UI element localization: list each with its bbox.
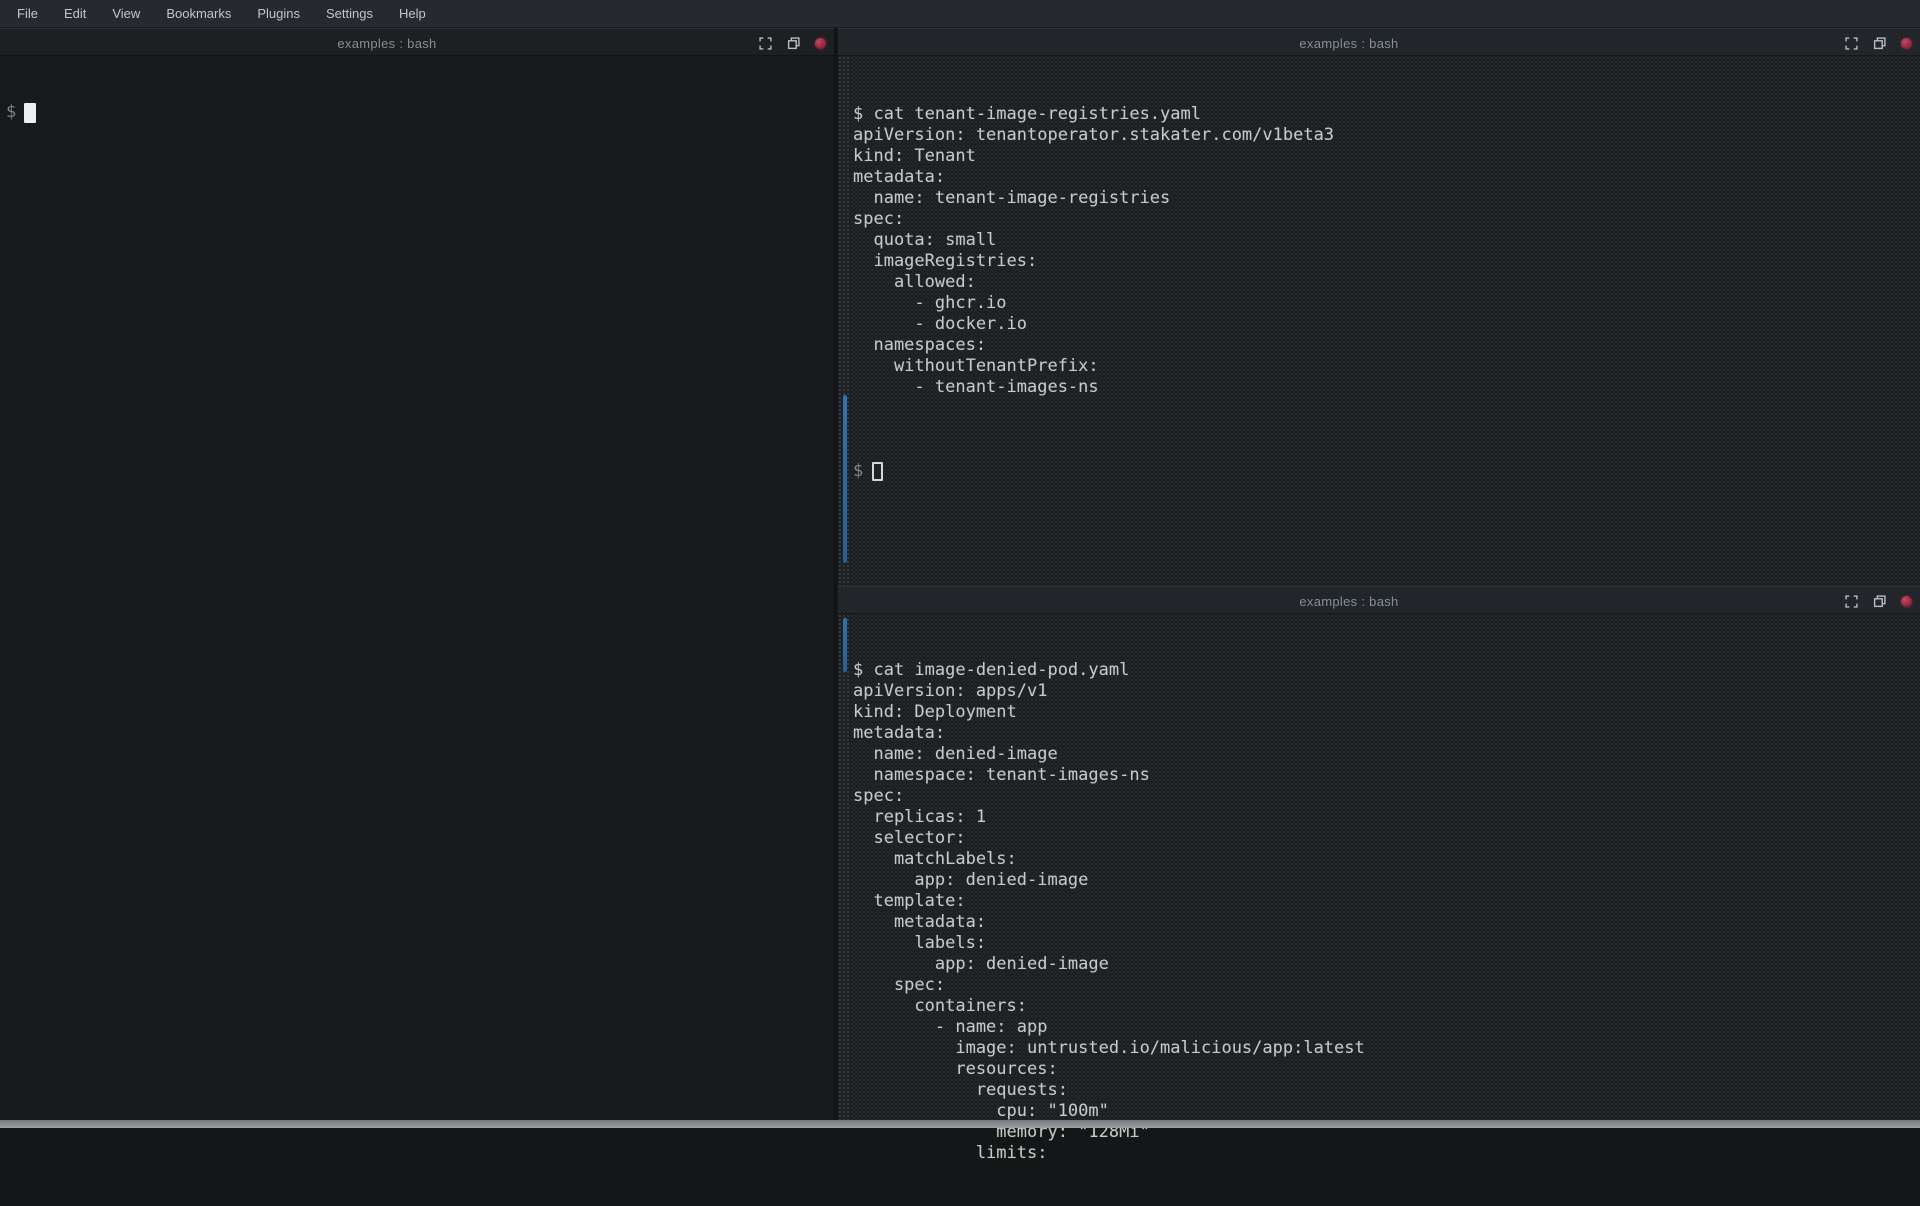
- pane-title: examples : bash: [838, 29, 1860, 57]
- shell-prompt: $: [853, 461, 863, 482]
- close-view-button[interactable]: [1901, 38, 1912, 49]
- terminal-pane-bottom-right[interactable]: examples : bash $ cat image-denied-pod.y…: [838, 586, 1920, 1120]
- pane-title: examples : bash: [838, 587, 1860, 615]
- terminal-output: $ cat tenant-image-registries.yaml apiVe…: [838, 98, 1920, 398]
- terminal-screen[interactable]: $ cat image-denied-pod.yaml apiVersion: …: [838, 614, 1920, 1206]
- terminal-pane-top-right[interactable]: examples : bash $ cat tenant-image-regis…: [838, 28, 1920, 586]
- terminal-screen[interactable]: $: [0, 56, 834, 165]
- close-view-button[interactable]: [1901, 596, 1912, 607]
- split-view-icon[interactable]: [787, 37, 800, 50]
- menu-bar: File Edit View Bookmarks Plugins Setting…: [0, 0, 1920, 28]
- split-view-icon[interactable]: [1873, 595, 1886, 608]
- pane-header: examples : bash: [0, 28, 834, 56]
- menu-bookmarks[interactable]: Bookmarks: [153, 1, 244, 26]
- menu-help[interactable]: Help: [386, 1, 439, 26]
- pane-header: examples : bash: [838, 28, 1920, 56]
- terminal-cursor: [24, 103, 36, 123]
- terminal-pane-left[interactable]: examples : bash $: [0, 28, 836, 1120]
- menu-file[interactable]: File: [4, 1, 51, 26]
- split-view-icon[interactable]: [1873, 37, 1886, 50]
- maximize-view-icon[interactable]: [1845, 595, 1858, 608]
- terminal-output: $ cat image-denied-pod.yaml apiVersion: …: [838, 656, 1920, 1164]
- close-view-button[interactable]: [815, 38, 826, 49]
- menu-settings[interactable]: Settings: [313, 1, 386, 26]
- menu-plugins[interactable]: Plugins: [244, 1, 313, 26]
- terminal-cursor-inactive: [872, 462, 883, 481]
- window-bottom-edge: [0, 1120, 1920, 1128]
- maximize-view-icon[interactable]: [1845, 37, 1858, 50]
- terminal-screen[interactable]: $ cat tenant-image-registries.yaml apiVe…: [838, 56, 1920, 524]
- menu-view[interactable]: View: [99, 1, 153, 26]
- pane-header: examples : bash: [838, 586, 1920, 614]
- pane-title: examples : bash: [0, 29, 774, 57]
- shell-prompt: $: [6, 102, 16, 123]
- maximize-view-icon[interactable]: [759, 37, 772, 50]
- menu-edit[interactable]: Edit: [51, 1, 99, 26]
